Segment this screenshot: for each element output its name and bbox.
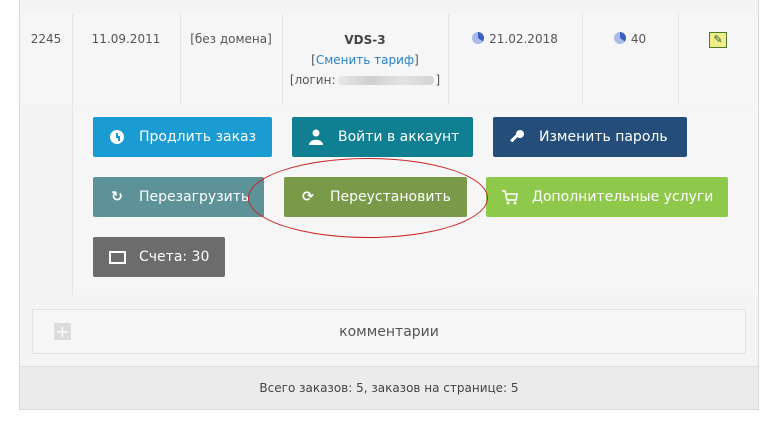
envelope-icon	[109, 249, 126, 265]
refresh-icon: ↻	[111, 189, 123, 205]
reboot-button[interactable]: ↻ Перезагрузить	[93, 177, 264, 217]
orders-panel: 2245 11.09.2011 [без домена] VDS-3 [Смен…	[19, 0, 759, 410]
login-line: [логин:]	[289, 73, 441, 87]
bills-button[interactable]: Счета: 30	[93, 237, 225, 277]
change-password-button[interactable]: Изменить пароль	[493, 117, 687, 157]
change-plan-link[interactable]: Сменить тариф	[316, 53, 414, 67]
order-expires: 21.02.2018	[489, 32, 558, 46]
order-plan-cell: VDS-3 [Сменить тариф] [логин:]	[282, 14, 448, 104]
order-id: 2245	[30, 32, 62, 46]
pie-chart-icon	[472, 32, 485, 44]
cart-icon	[502, 189, 518, 205]
pie-chart-icon	[613, 32, 626, 44]
comments-label: комментарии	[339, 324, 439, 340]
order-row: 2245 11.09.2011 [без домена] VDS-3 [Смен…	[20, 14, 758, 104]
comments-toggle[interactable]: + комментарии	[32, 309, 746, 354]
change-plan-line: [Сменить тариф]	[311, 53, 419, 67]
order-created-date: 11.09.2011	[91, 32, 161, 46]
plan-name: VDS-3	[344, 33, 386, 47]
user-icon	[308, 129, 324, 145]
order-count-cell: 40	[582, 14, 678, 104]
login-redacted	[337, 76, 434, 85]
orders-summary: Всего заказов: 5, заказов на странице: 5	[20, 366, 758, 409]
order-domain: [без домена]	[190, 32, 272, 46]
order-expires-cell: 21.02.2018	[448, 14, 582, 104]
order-count: 40	[630, 32, 647, 46]
order-actions-cell: ✎	[678, 14, 758, 104]
reinstall-button[interactable]: ⟳ Переустановить	[284, 177, 467, 217]
login-account-button[interactable]: Войти в аккаунт	[292, 117, 473, 157]
sync-icon: ⟳	[302, 189, 314, 205]
order-actions: Продлить заказ Войти в аккаунт Изменить …	[72, 105, 758, 295]
extra-services-button[interactable]: Дополнительные услуги	[486, 177, 728, 217]
key-icon	[509, 129, 525, 145]
edit-icon[interactable]: ✎	[709, 32, 727, 48]
extend-order-button[interactable]: Продлить заказ	[93, 117, 272, 157]
clock-icon	[109, 129, 125, 145]
